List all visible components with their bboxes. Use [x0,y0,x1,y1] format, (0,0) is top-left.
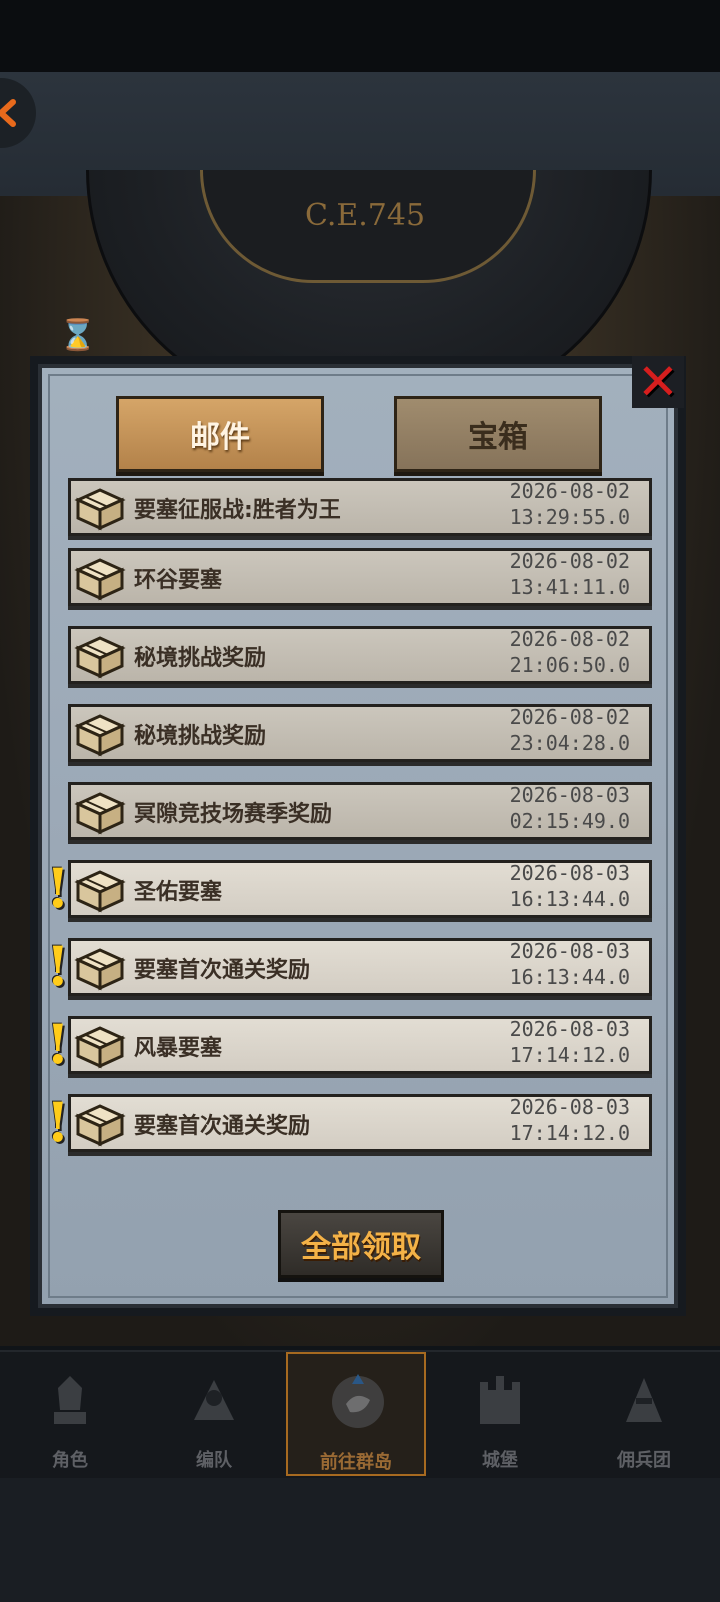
mail-chest-icon [72,628,128,680]
mail-date: 2026-08-03 [509,1017,630,1041]
mail-chest-icon [72,480,128,532]
mail-date: 2026-08-03 [509,861,630,885]
mail-title: 风暴要塞 [134,1036,223,1061]
mail-title: 要塞首次通关奖励 [134,1114,311,1139]
mail-chest-icon [72,862,128,914]
back-arrow-icon [0,99,16,127]
mail-date: 2026-08-02 [509,627,630,651]
nav-label: 角色 [52,1450,88,1471]
bottom-area [0,1478,720,1602]
mail-chest-icon [72,550,128,602]
mail-chest-icon [72,706,128,758]
mail-time: 21:06:50.0 [509,653,630,677]
mail-chest-icon [72,784,128,836]
mail-time: 13:41:11.0 [509,575,630,599]
squad-icon [184,1370,244,1430]
nav-item-castle[interactable]: 城堡 [430,1352,570,1476]
mail-title: 要塞征服战:胜者为王 [134,498,341,523]
mail-chest-icon [72,1096,128,1148]
mail-time: 17:14:12.0 [509,1043,630,1067]
unread-exclamation-icon: ! [46,856,70,920]
knight-icon [40,1370,100,1430]
mail-date: 2026-08-03 [509,783,630,807]
nav-label: 前往群岛 [320,1452,392,1473]
mail-time: 13:29:55.0 [509,505,630,529]
nav-label: 编队 [196,1450,232,1471]
mail-time: 16:13:44.0 [509,887,630,911]
castle-icon [470,1370,530,1430]
tab-mail[interactable]: 邮件 [116,396,324,472]
mail-chest-icon [72,1018,128,1070]
unread-exclamation-icon: ! [46,1090,70,1154]
mail-title: 冥隙竞技场赛季奖励 [134,802,333,827]
mail-chest-icon [72,940,128,992]
island-compass-icon [328,1372,388,1432]
mail-title: 秘境挑战奖励 [134,646,267,671]
era-label: C.E.745 [304,198,426,233]
mail-title: 要塞首次通关奖励 [134,958,311,983]
mail-title: 秘境挑战奖励 [134,724,267,749]
mail-time: 02:15:49.0 [509,809,630,833]
mail-time: 16:13:44.0 [509,965,630,989]
mercenary-icon [614,1370,674,1430]
tab-chest[interactable]: 宝箱 [394,396,602,472]
mail-time: 23:04:28.0 [509,731,630,755]
unread-exclamation-icon: ! [46,1012,70,1076]
mail-title: 环谷要塞 [134,568,223,593]
mail-date: 2026-08-03 [509,939,630,963]
hourglass-icon: ⌛ [59,318,97,353]
mail-date: 2026-08-02 [509,549,630,573]
nav-item-knight[interactable]: 角色 [0,1352,140,1476]
mail-time: 17:14:12.0 [509,1121,630,1145]
nav-item-island-compass[interactable]: 前往群岛 [286,1352,426,1476]
mail-date: 2026-08-02 [509,479,630,503]
mail-title: 圣佑要塞 [134,880,223,905]
mail-date: 2026-08-03 [509,1095,630,1119]
status-bar [0,0,720,72]
mail-date: 2026-08-02 [509,705,630,729]
nav-item-squad[interactable]: 编队 [144,1352,284,1476]
nav-label: 佣兵团 [617,1450,671,1471]
close-button[interactable]: ✕ [632,356,684,408]
claim-all-button[interactable]: 全部领取 [278,1210,444,1278]
nav-item-mercenary[interactable]: 佣兵团 [574,1352,714,1476]
nav-label: 城堡 [482,1450,518,1471]
close-icon: ✕ [637,353,679,411]
unread-exclamation-icon: ! [46,934,70,998]
